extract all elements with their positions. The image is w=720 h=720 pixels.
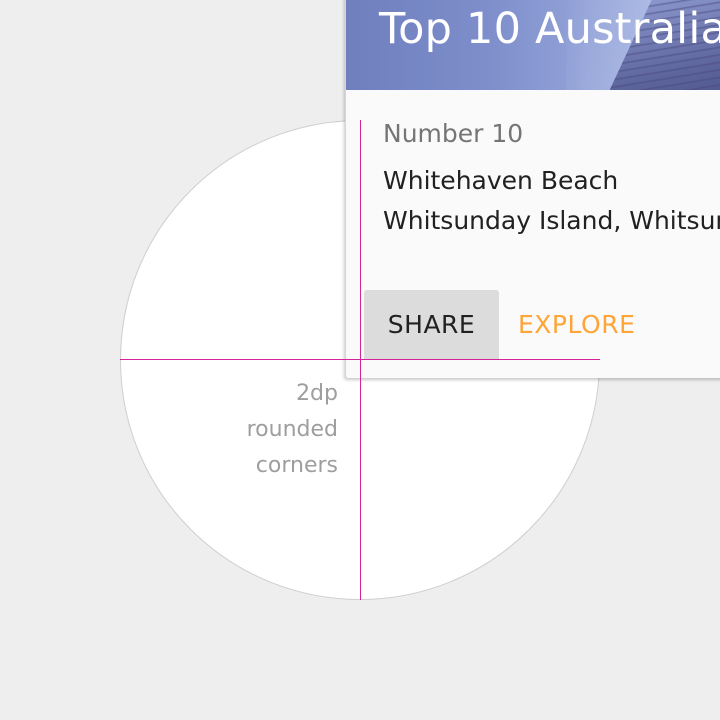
card-title: Top 10 Australia <box>379 4 720 54</box>
vertical-guide-line <box>360 120 361 600</box>
corner-radius-annotation: 2dp rounded corners <box>138 376 338 484</box>
annotation-line: corners <box>255 453 338 478</box>
card: Top 10 Australia Number 10 Whitehaven Be… <box>345 0 720 378</box>
card-primary-text: Whitehaven Beach <box>383 166 619 195</box>
diagram-canvas: Top 10 Australia Number 10 Whitehaven Be… <box>0 0 720 720</box>
share-button[interactable]: SHARE <box>364 290 499 360</box>
card-secondary-text: Whitsunday Island, Whitsunday Islands <box>383 206 720 235</box>
card-overline: Number 10 <box>383 119 524 148</box>
explore-button[interactable]: EXPLORE <box>518 290 635 360</box>
horizontal-guide-line <box>120 359 600 360</box>
annotation-line: 2dp <box>296 381 338 406</box>
card-header-image: Top 10 Australia <box>346 0 720 90</box>
annotation-line: rounded <box>246 417 338 442</box>
